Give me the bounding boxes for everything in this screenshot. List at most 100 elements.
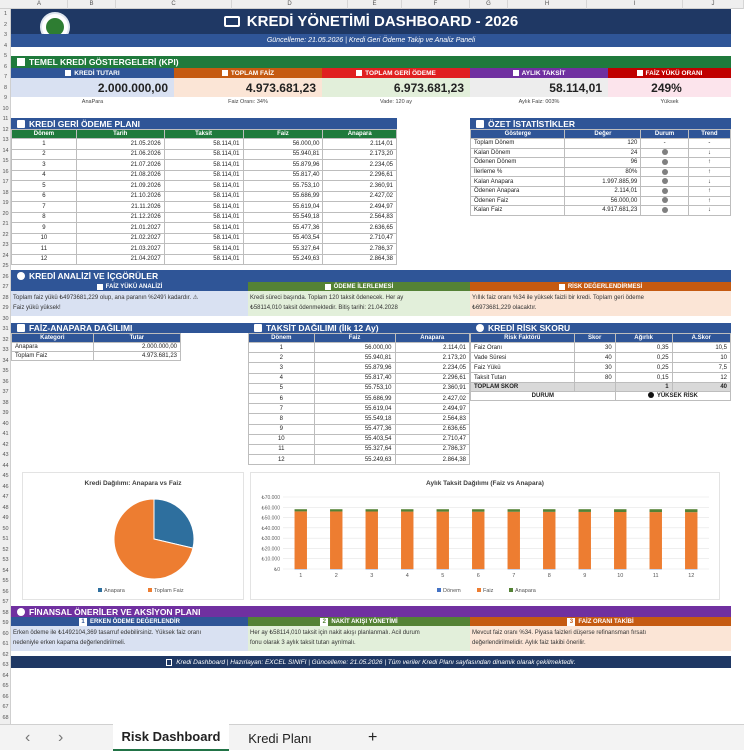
table-cell[interactable]: 58.114,01 (164, 170, 243, 181)
table-cell[interactable]: 30 (574, 343, 615, 353)
table-cell[interactable]: 2.360,91 (395, 383, 469, 393)
table-cell[interactable]: 21.02.2027 (76, 233, 164, 244)
table-cell[interactable]: 58.114,01 (164, 202, 243, 213)
table-cell[interactable]: 5 (249, 383, 315, 393)
row-header-52[interactable]: 52 (0, 545, 11, 556)
column-header-D[interactable]: D (232, 0, 348, 9)
bar-anapara-4[interactable] (401, 509, 413, 511)
table-cell[interactable]: 6 (12, 191, 77, 202)
table-cell[interactable]: 0,25 (615, 363, 672, 373)
table-cell[interactable]: Ödenen Anapara (471, 186, 565, 196)
row-header-59[interactable]: 59 (0, 618, 11, 629)
table-cell[interactable]: 55.549,18 (314, 414, 395, 424)
row-header-30[interactable]: 30 (0, 314, 11, 325)
table-cell[interactable]: 2.360,91 (323, 181, 397, 192)
bar-faiz-7[interactable] (508, 512, 520, 569)
column-header-E[interactable]: E (348, 0, 402, 9)
table-cell[interactable]: 4.917.681,23 (565, 206, 641, 216)
bar-faiz-8[interactable] (543, 512, 555, 569)
table-cell[interactable]: 96 (565, 158, 641, 168)
bar-anapara-9[interactable] (579, 509, 591, 512)
table-cell[interactable] (641, 158, 689, 168)
table-cell[interactable]: ↑ (688, 196, 730, 206)
table-cell[interactable]: 55.403,54 (314, 434, 395, 444)
table-cell[interactable]: 3 (12, 160, 77, 171)
table-cell[interactable]: - (688, 139, 730, 149)
table-cell[interactable]: 2 (12, 149, 77, 160)
table-cell[interactable]: 6 (249, 393, 315, 403)
table-cell[interactable]: ↓ (688, 148, 730, 158)
row-header-35[interactable]: 35 (0, 366, 11, 377)
table-cell[interactable]: 120 (565, 139, 641, 149)
row-header-21[interactable]: 21 (0, 219, 11, 230)
row-header-47[interactable]: 47 (0, 492, 11, 503)
table-cell[interactable]: 1 (249, 343, 315, 353)
row-header-50[interactable]: 50 (0, 524, 11, 535)
table-cell[interactable]: 58.114,01 (164, 181, 243, 192)
row-header-8[interactable]: 8 (0, 83, 11, 94)
table-cell[interactable]: 2.564,83 (395, 414, 469, 424)
table-cell[interactable]: 11 (12, 244, 77, 255)
table-cell[interactable]: 40 (574, 353, 615, 363)
table-cell[interactable]: 58.114,01 (164, 223, 243, 234)
bar-anapara-12[interactable] (685, 509, 697, 512)
tab-kredi-plani[interactable]: Kredi Planı (235, 725, 325, 751)
table-cell[interactable]: Toplam Faiz (12, 352, 94, 361)
bar-anapara-3[interactable] (366, 509, 378, 511)
table-cell[interactable]: ↓ (688, 177, 730, 187)
column-header-J[interactable]: J (683, 0, 744, 9)
table-cell[interactable]: 58.114,01 (164, 244, 243, 255)
table-cell[interactable]: 21.01.2027 (76, 223, 164, 234)
row-header-60[interactable]: 60 (0, 629, 11, 640)
bar-faiz-12[interactable] (685, 512, 697, 569)
table-cell[interactable]: 55.403,54 (243, 233, 323, 244)
bar-chart-container[interactable]: Aylık Taksit Dağılımı (Faiz vs Anapara) … (250, 472, 720, 600)
table-cell[interactable]: 4 (249, 373, 315, 383)
column-header-F[interactable]: F (402, 0, 470, 9)
table-cell[interactable]: 7 (249, 404, 315, 414)
row-header-32[interactable]: 32 (0, 335, 11, 346)
table-cell[interactable]: 55.686,99 (314, 393, 395, 403)
row-header-48[interactable]: 48 (0, 503, 11, 514)
row-header-40[interactable]: 40 (0, 419, 11, 430)
table-cell[interactable]: 55.817,40 (243, 170, 323, 181)
bar-faiz-5[interactable] (437, 512, 449, 569)
bar-faiz-11[interactable] (650, 512, 662, 569)
table-cell[interactable]: 10,5 (672, 343, 730, 353)
table-cell[interactable]: 21.05.2026 (76, 139, 164, 150)
row-header-12[interactable]: 12 (0, 125, 11, 136)
row-header-38[interactable]: 38 (0, 398, 11, 409)
table-cell[interactable]: 5 (12, 181, 77, 192)
row-header-7[interactable]: 7 (0, 72, 11, 83)
table-cell[interactable]: 21.07.2026 (76, 160, 164, 171)
table-cell[interactable]: 2.234,05 (323, 160, 397, 171)
table-cell[interactable]: 21.06.2026 (76, 149, 164, 160)
table-cell[interactable]: 7 (12, 202, 77, 213)
table-cell[interactable]: 58.114,01 (164, 139, 243, 150)
table-cell[interactable]: 21.03.2027 (76, 244, 164, 255)
table-cell[interactable]: 2.234,05 (395, 363, 469, 373)
table-cell[interactable]: 21.12.2026 (76, 212, 164, 223)
bar-anapara-8[interactable] (543, 509, 555, 512)
table-cell[interactable]: Faiz Yükü (471, 363, 575, 373)
table-cell[interactable]: 2.173,20 (395, 353, 469, 363)
table-cell[interactable]: 58.114,01 (164, 149, 243, 160)
table-cell[interactable]: 30 (574, 363, 615, 373)
bar-faiz-2[interactable] (330, 511, 342, 569)
table-cell[interactable]: 2.710,47 (323, 233, 397, 244)
table-cell[interactable]: 55.753,10 (314, 383, 395, 393)
bar-faiz-10[interactable] (614, 512, 626, 569)
table-cell[interactable]: 2.786,37 (395, 444, 469, 454)
table-cell[interactable]: 9 (249, 424, 315, 434)
row-header-34[interactable]: 34 (0, 356, 11, 367)
table-cell[interactable]: 55.249,63 (314, 455, 395, 465)
table-cell[interactable]: 55.619,04 (243, 202, 323, 213)
table-cell[interactable]: 55.477,36 (314, 424, 395, 434)
table-cell[interactable]: 10 (12, 233, 77, 244)
table-cell[interactable]: 80 (574, 373, 615, 383)
bar-anapara-10[interactable] (614, 509, 626, 512)
row-header-54[interactable]: 54 (0, 566, 11, 577)
row-header-45[interactable]: 45 (0, 471, 11, 482)
table-cell[interactable]: 56.000,00 (314, 343, 395, 353)
table-cell[interactable]: 2.636,65 (323, 223, 397, 234)
